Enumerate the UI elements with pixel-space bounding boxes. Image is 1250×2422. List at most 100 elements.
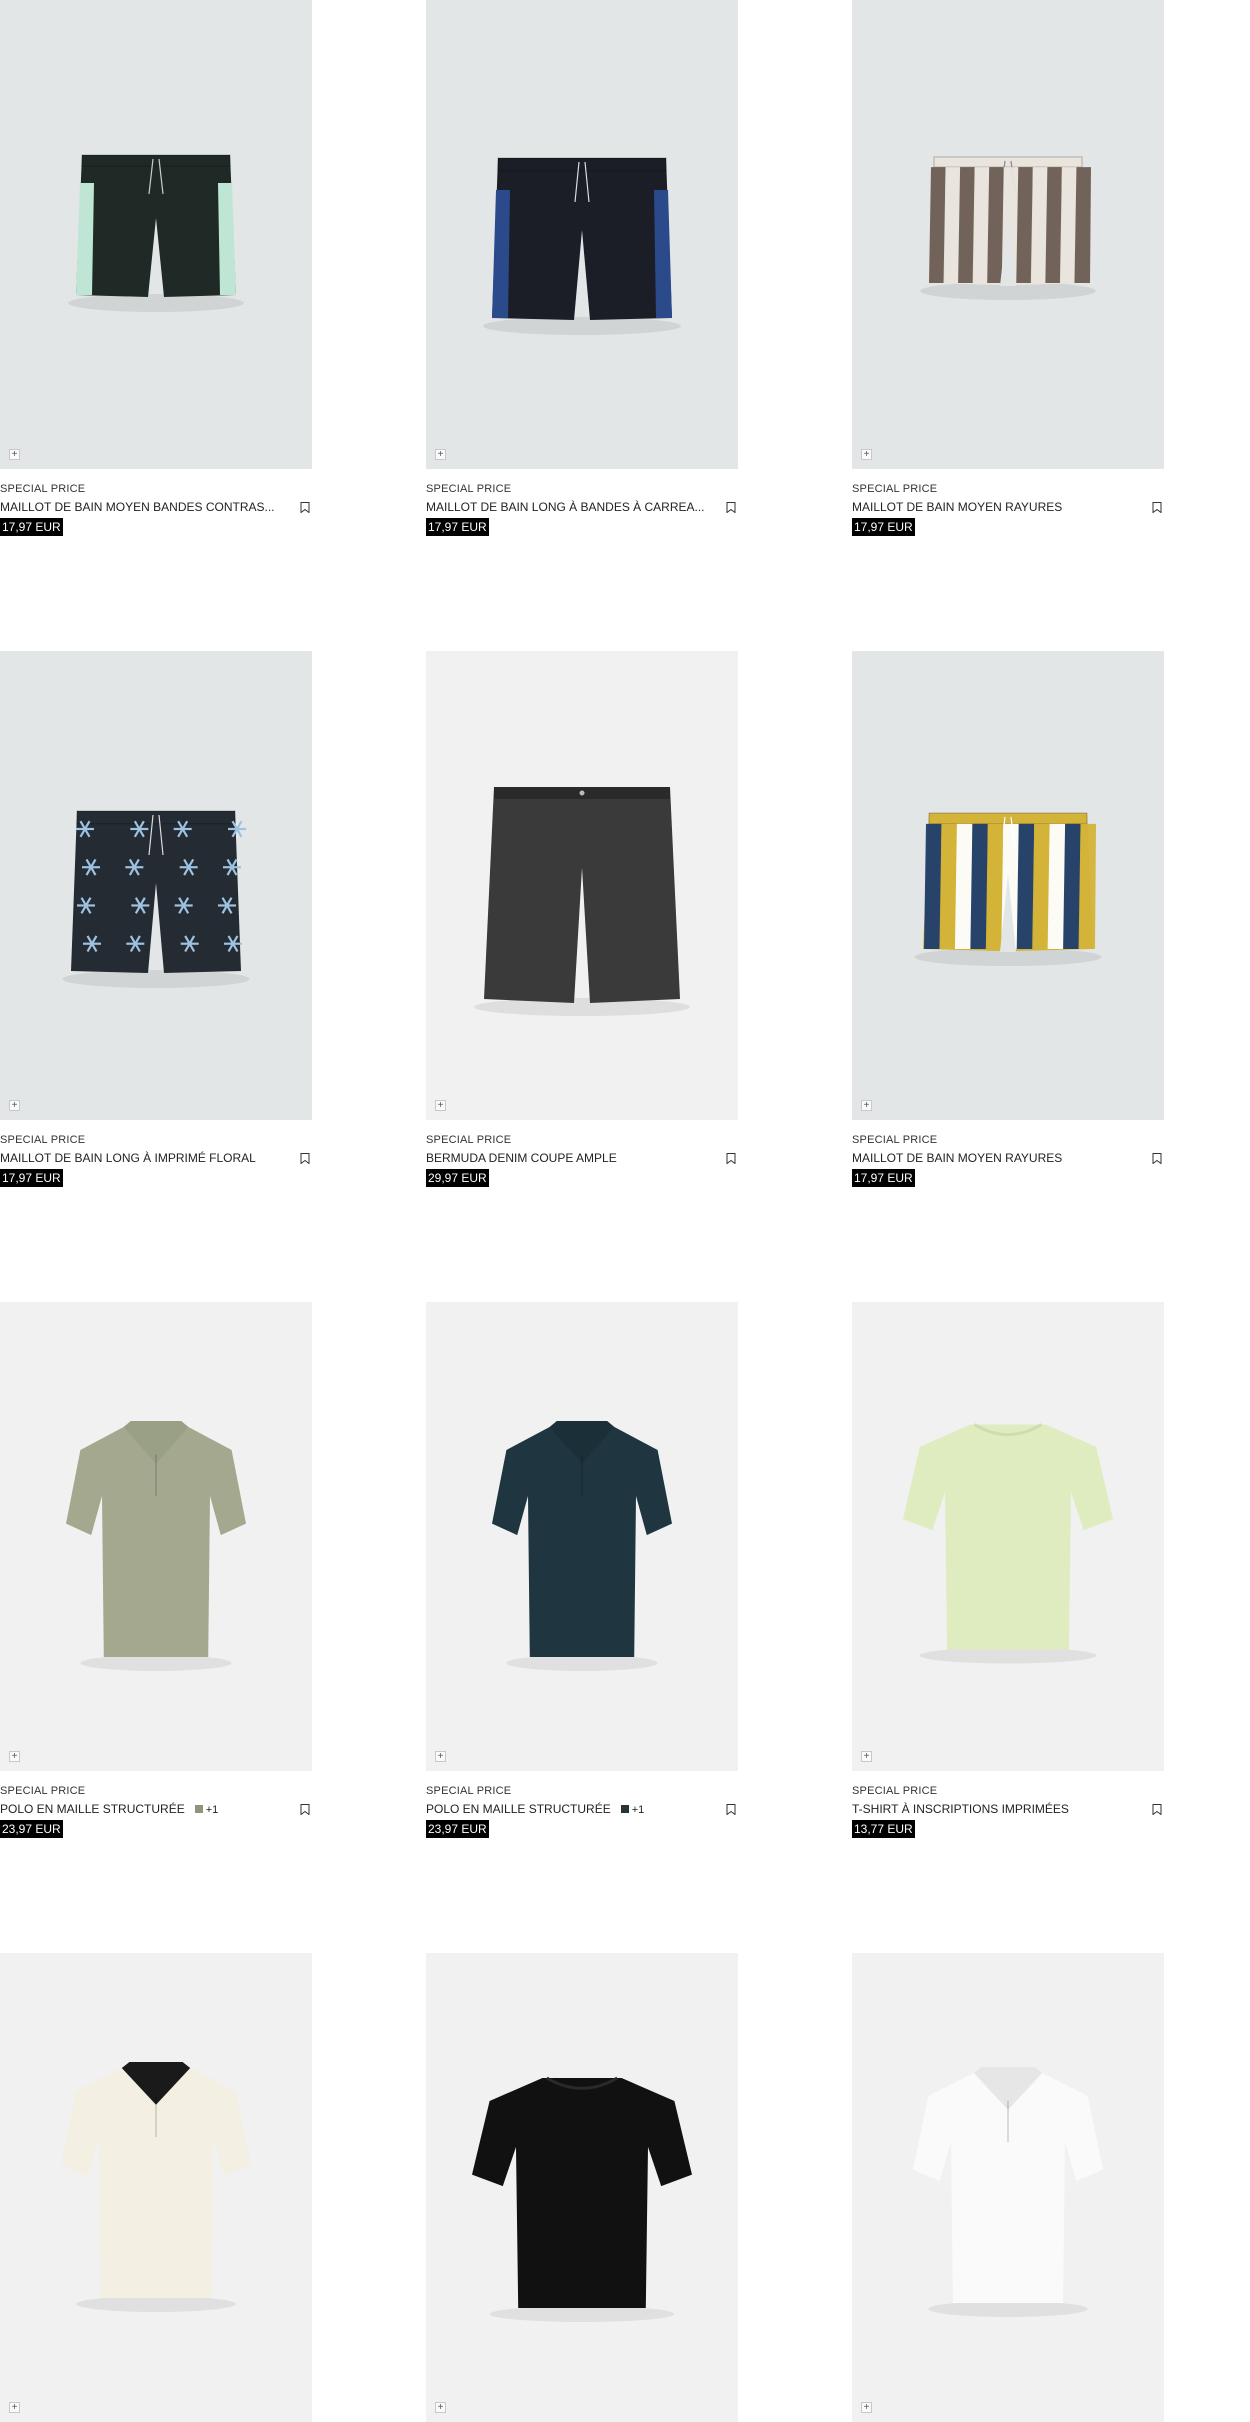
special-price-label: SPECIAL PRICE <box>426 1134 512 1146</box>
product-photo <box>913 2067 1103 2317</box>
product-name[interactable]: POLO EN MAILLE STRUCTURÉE <box>426 1799 611 1819</box>
product-name[interactable]: MAILLOT DE BAIN MOYEN RAYURES <box>852 497 1062 517</box>
bookmark-icon[interactable] <box>726 1153 736 1164</box>
product-photo <box>914 812 1102 966</box>
product-name[interactable]: MAILLOT DE BAIN MOYEN RAYURES <box>852 1148 1062 1168</box>
color-swatch[interactable] <box>194 1804 203 1813</box>
product-price: 17,97 EUR <box>852 518 915 536</box>
plus-icon[interactable]: + <box>9 1751 20 1762</box>
product-name-row: MAILLOT DE BAIN MOYEN BANDES CONTRAS... <box>0 497 312 517</box>
product-card[interactable]: + SPECIAL PRICE MAILLOT DE BAIN LONG À BAN… <box>426 0 738 536</box>
plus-icon[interactable]: + <box>861 449 872 460</box>
bookmark-icon[interactable] <box>726 1804 736 1815</box>
product-image[interactable]: + <box>0 651 312 1120</box>
special-price-label: SPECIAL PRICE <box>426 483 512 495</box>
product-image[interactable]: + <box>426 0 738 469</box>
product-photo <box>903 1423 1113 1664</box>
product-photo <box>62 810 250 988</box>
product-name-row: POLO EN MAILLE STRUCTURÉE +1 <box>0 1799 312 1819</box>
product-photo <box>483 157 681 335</box>
product-name[interactable]: POLO EN MAILLE STRUCTURÉE <box>0 1799 185 1819</box>
product-price: 17,97 EUR <box>0 518 63 536</box>
product-photo <box>68 154 244 312</box>
special-price-label: SPECIAL PRICE <box>426 1785 512 1797</box>
product-info: SPECIAL PRICE MAILLOT DE BAIN MOYEN BANDE… <box>0 482 312 536</box>
product-card[interactable]: + <box>426 1953 738 2422</box>
special-price-label: SPECIAL PRICE <box>852 483 938 495</box>
product-photo <box>474 787 690 1016</box>
plus-icon[interactable]: + <box>435 1751 446 1762</box>
bookmark-icon[interactable] <box>726 502 736 513</box>
product-name[interactable]: BERMUDA DENIM COUPE AMPLE <box>426 1148 617 1168</box>
product-image[interactable]: + <box>426 1302 738 1771</box>
product-name[interactable]: MAILLOT DE BAIN LONG À IMPRIMÉ FLORAL <box>0 1148 256 1168</box>
product-name-row: T-SHIRT À INSCRIPTIONS IMPRIMÉES <box>852 1799 1164 1819</box>
plus-icon[interactable]: + <box>9 2402 20 2413</box>
plus-icon[interactable]: + <box>435 2402 446 2413</box>
special-price-label: SPECIAL PRICE <box>0 1785 86 1797</box>
product-card[interactable]: + <box>852 1953 1164 2422</box>
product-name[interactable]: MAILLOT DE BAIN LONG À BANDES À CARREA..… <box>426 497 705 517</box>
product-name[interactable]: T-SHIRT À INSCRIPTIONS IMPRIMÉES <box>852 1799 1069 1819</box>
product-price: 17,97 EUR <box>426 518 489 536</box>
product-price: 17,97 EUR <box>852 1169 915 1187</box>
more-colors-count: +1 <box>205 1804 219 1816</box>
product-card[interactable]: + SPECIAL PRICE POLO EN MAILLE STRUCTURÉE +… <box>426 1302 738 1838</box>
product-name-row: BERMUDA DENIM COUPE AMPLE <box>426 1148 738 1168</box>
bookmark-icon[interactable] <box>300 1804 310 1815</box>
product-card[interactable]: + SPECIAL PRICE MAILLOT DE BAIN LONG À IMP… <box>0 651 312 1187</box>
special-price-label: SPECIAL PRICE <box>852 1134 938 1146</box>
product-image[interactable]: + <box>852 1953 1164 2422</box>
bookmark-icon[interactable] <box>1152 502 1162 513</box>
product-photo <box>492 1421 672 1671</box>
product-image[interactable]: + <box>426 651 738 1120</box>
product-name[interactable]: MAILLOT DE BAIN MOYEN BANDES CONTRAS... <box>0 497 275 517</box>
product-photo <box>472 2076 692 2322</box>
bookmark-icon[interactable] <box>300 1153 310 1164</box>
plus-icon[interactable]: + <box>861 1100 872 1111</box>
product-photo <box>920 156 1096 300</box>
plus-icon[interactable]: + <box>435 1100 446 1111</box>
product-info: SPECIAL PRICE MAILLOT DE BAIN LONG À BAND… <box>426 482 738 536</box>
bookmark-icon[interactable] <box>300 502 310 513</box>
product-info: SPECIAL PRICE MAILLOT DE BAIN MOYEN RAYUR… <box>852 1133 1164 1187</box>
product-photo <box>66 1421 246 1671</box>
special-price-label: SPECIAL PRICE <box>0 483 86 495</box>
product-price: 13,77 EUR <box>852 1820 915 1838</box>
product-card[interactable]: + SPECIAL PRICE MAILLOT DE BAIN MOYEN RAYU… <box>852 0 1164 536</box>
product-info: SPECIAL PRICE BERMUDA DENIM COUPE AMPLE 29… <box>426 1133 738 1187</box>
product-card[interactable]: + SPECIAL PRICE MAILLOT DE BAIN MOYEN RAYU… <box>852 651 1164 1187</box>
product-name-row: MAILLOT DE BAIN MOYEN RAYURES <box>852 1148 1164 1168</box>
product-image[interactable]: + <box>0 0 312 469</box>
product-image[interactable]: + <box>0 1302 312 1771</box>
plus-icon[interactable]: + <box>9 449 20 460</box>
plus-icon[interactable]: + <box>435 449 446 460</box>
product-name-row: MAILLOT DE BAIN LONG À IMPRIMÉ FLORAL <box>0 1148 312 1168</box>
product-name-row: MAILLOT DE BAIN MOYEN RAYURES <box>852 497 1164 517</box>
product-image[interactable]: + <box>852 651 1164 1120</box>
product-image[interactable]: + <box>852 1302 1164 1771</box>
plus-icon[interactable]: + <box>9 1100 20 1111</box>
plus-icon[interactable]: + <box>861 1751 872 1762</box>
product-image[interactable]: + <box>852 0 1164 469</box>
product-image[interactable]: + <box>0 1953 312 2422</box>
product-price: 29,97 EUR <box>426 1169 489 1187</box>
bookmark-icon[interactable] <box>1152 1153 1162 1164</box>
product-info: SPECIAL PRICE POLO EN MAILLE STRUCTURÉE +1… <box>0 1784 312 1838</box>
bookmark-icon[interactable] <box>1152 1804 1162 1815</box>
product-card[interactable]: + <box>0 1953 312 2422</box>
product-photo <box>61 2062 251 2312</box>
product-info: SPECIAL PRICE MAILLOT DE BAIN LONG À IMPR… <box>0 1133 312 1187</box>
plus-icon[interactable]: + <box>861 2402 872 2413</box>
product-card[interactable]: + SPECIAL PRICE POLO EN MAILLE STRUCTURÉE +… <box>0 1302 312 1838</box>
product-name-row: MAILLOT DE BAIN LONG À BANDES À CARREA..… <box>426 497 738 517</box>
product-image[interactable]: + <box>426 1953 738 2422</box>
more-colors-count: +1 <box>631 1804 645 1816</box>
product-card[interactable]: + SPECIAL PRICE T-SHIRT À INSCRIPTIONS IMP… <box>852 1302 1164 1838</box>
product-price: 23,97 EUR <box>0 1820 63 1838</box>
color-swatch[interactable] <box>620 1804 629 1813</box>
product-card[interactable]: + SPECIAL PRICE BERMUDA DENIM COUPE AMPLE 2… <box>426 651 738 1187</box>
product-info: SPECIAL PRICE POLO EN MAILLE STRUCTURÉE +1… <box>426 1784 738 1838</box>
special-price-label: SPECIAL PRICE <box>0 1134 86 1146</box>
product-card[interactable]: + SPECIAL PRICE MAILLOT DE BAIN MOYEN BAND… <box>0 0 312 536</box>
